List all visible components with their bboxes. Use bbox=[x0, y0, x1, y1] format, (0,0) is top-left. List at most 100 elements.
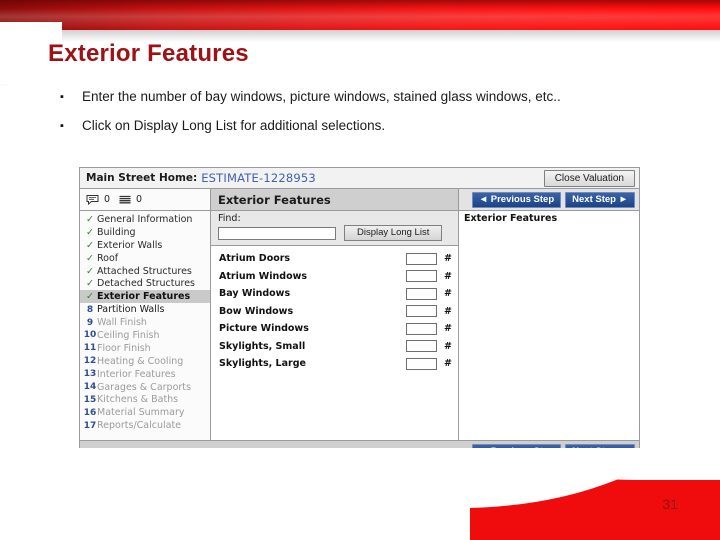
check-icon: ✓ bbox=[86, 252, 94, 264]
sidebar-item-floor-finish[interactable]: 11 Floor Finish bbox=[80, 342, 210, 355]
quantity-input-bow-windows[interactable] bbox=[406, 305, 437, 318]
field-unit: # bbox=[444, 253, 452, 265]
sidebar-item-kitchens-baths[interactable]: 15 Kitchens & Baths bbox=[80, 393, 210, 406]
sidebar-item-label: Heating & Cooling bbox=[97, 355, 184, 367]
list-item: ▪ Click on Display Long List for additio… bbox=[60, 117, 680, 135]
step-number: 12 bbox=[83, 356, 97, 367]
quantity-input-picture-windows[interactable] bbox=[406, 322, 437, 335]
check-icon: ✓ bbox=[86, 226, 94, 238]
sidebar-item-label: Reports/Calculate bbox=[97, 420, 182, 432]
display-long-list-button[interactable]: Display Long List bbox=[344, 225, 443, 241]
bullet-text: Click on Display Long List for additiona… bbox=[82, 118, 386, 133]
field-unit: # bbox=[444, 323, 452, 335]
sidebar-item-wall-finish[interactable]: 9 Wall Finish bbox=[80, 316, 210, 329]
sidebar-item-label: Detached Structures bbox=[97, 278, 195, 290]
sidebar-item-label: Roof bbox=[97, 252, 119, 264]
field-label: Atrium Windows bbox=[219, 270, 308, 282]
step-nav-top: ◄ Previous Step Next Step ► bbox=[459, 189, 639, 210]
step-number: 14 bbox=[83, 382, 97, 393]
check-icon: ✓ bbox=[86, 265, 94, 277]
sidebar-item-attached-structures[interactable]: ✓ Attached Structures bbox=[80, 265, 210, 278]
check-icon: ✓ bbox=[86, 278, 94, 290]
quantity-input-atrium-doors[interactable] bbox=[406, 252, 437, 265]
sidebar-item-label: Ceiling Finish bbox=[97, 329, 160, 341]
sidebar-item-detached-structures[interactable]: ✓ Detached Structures bbox=[80, 277, 210, 290]
sidebar-item-label: Material Summary bbox=[97, 407, 185, 419]
previous-step-button-top[interactable]: ◄ Previous Step bbox=[471, 191, 562, 208]
sidebar-item-label: Exterior Features bbox=[97, 291, 191, 303]
next-step-button-top[interactable]: Next Step ► bbox=[565, 191, 635, 208]
sidebar-item-ceiling-finish[interactable]: 10 Ceiling Finish bbox=[80, 329, 210, 342]
sidebar-item-label: Garages & Carports bbox=[97, 381, 191, 393]
sidebar-item-label: Floor Finish bbox=[97, 342, 151, 354]
find-bar: Find: Display Long List bbox=[211, 211, 458, 246]
table-row: Skylights, Small # bbox=[211, 338, 458, 356]
sidebar-item-label: Attached Structures bbox=[97, 265, 192, 277]
field-label: Atrium Doors bbox=[219, 253, 291, 265]
field-unit: # bbox=[444, 270, 452, 282]
field-unit: # bbox=[444, 288, 452, 300]
estimate-id: ESTIMATE-1228953 bbox=[201, 171, 316, 185]
step-number: 8 bbox=[86, 304, 94, 315]
bullet-marker-icon: ▪ bbox=[60, 120, 64, 132]
quantity-input-skylights-large[interactable] bbox=[406, 357, 437, 370]
page-number: 31 bbox=[662, 496, 678, 512]
search-input[interactable] bbox=[218, 226, 336, 240]
sidebar-item-building[interactable]: ✓ Building bbox=[80, 226, 210, 239]
selection-pane-title: Exterior Features bbox=[464, 213, 558, 224]
sidebar-item-roof[interactable]: ✓ Roof bbox=[80, 252, 210, 265]
sidebar-item-label: Wall Finish bbox=[97, 317, 147, 329]
check-icon: ✓ bbox=[86, 291, 94, 303]
quantity-input-atrium-windows[interactable] bbox=[406, 270, 437, 283]
step-number: 16 bbox=[83, 407, 97, 418]
check-icon: ✓ bbox=[86, 239, 94, 251]
table-row: Bow Windows # bbox=[211, 303, 458, 321]
feature-fields: Atrium Doors # Atrium Windows # Bay Wind… bbox=[211, 246, 458, 373]
app-toolbar-row: 0 0 Exterior Features ◄ Previous Step Ne… bbox=[80, 189, 639, 211]
page-title: Exterior Features bbox=[48, 40, 249, 67]
table-row: Atrium Windows # bbox=[211, 268, 458, 286]
sidebar-item-general-information[interactable]: ✓ General Information bbox=[80, 213, 210, 226]
sidebar-item-garages-carports[interactable]: 14 Garages & Carports bbox=[80, 381, 210, 394]
slide: Exterior Features ▪ Enter the number of … bbox=[0, 0, 720, 540]
sidebar-item-partition-walls[interactable]: 8 Partition Walls bbox=[80, 303, 210, 316]
step-number: 9 bbox=[86, 317, 94, 328]
sidebar-item-interior-features[interactable]: 13 Interior Features bbox=[80, 368, 210, 381]
table-row: Picture Windows # bbox=[211, 320, 458, 338]
quantity-input-bay-windows[interactable] bbox=[406, 287, 437, 300]
comment-count: 0 bbox=[104, 194, 111, 205]
bullet-list: ▪ Enter the number of bay windows, pictu… bbox=[60, 88, 680, 146]
field-label: Skylights, Large bbox=[219, 358, 306, 370]
sidebar-item-label: Exterior Walls bbox=[97, 239, 163, 251]
property-label: Main Street Home: bbox=[86, 172, 198, 184]
quantity-input-skylights-small[interactable] bbox=[406, 340, 437, 353]
sidebar-item-reports-calculate[interactable]: 17 Reports/Calculate bbox=[80, 419, 210, 432]
check-icon: ✓ bbox=[86, 213, 94, 225]
table-row: Skylights, Large # bbox=[211, 355, 458, 373]
notes-icon[interactable] bbox=[119, 195, 131, 205]
sidebar-item-label: Kitchens & Baths bbox=[97, 394, 179, 406]
bullet-marker-icon: ▪ bbox=[60, 91, 64, 103]
sidebar-item-material-summary[interactable]: 16 Material Summary bbox=[80, 406, 210, 419]
step-number: 11 bbox=[83, 343, 97, 354]
bottom-red-shape bbox=[0, 448, 720, 540]
step-number: 17 bbox=[83, 420, 97, 431]
sidebar-item-heating-cooling[interactable]: 12 Heating & Cooling bbox=[80, 355, 210, 368]
top-red-band bbox=[0, 0, 720, 30]
form-pane: Find: Display Long List Atrium Doors # A… bbox=[211, 211, 459, 440]
field-label: Bow Windows bbox=[219, 305, 294, 317]
step-number: 10 bbox=[83, 330, 97, 341]
sidebar-item-exterior-walls[interactable]: ✓ Exterior Walls bbox=[80, 239, 210, 252]
comment-icon[interactable] bbox=[86, 194, 99, 205]
step-number: 13 bbox=[83, 369, 97, 380]
field-label: Bay Windows bbox=[219, 288, 291, 300]
sidebar-item-exterior-features[interactable]: ✓ Exterior Features bbox=[80, 290, 210, 304]
steps-sidebar: ✓ General Information ✓ Building ✓ Exterior… bbox=[80, 211, 211, 440]
counters-cell: 0 0 bbox=[80, 189, 211, 210]
field-unit: # bbox=[444, 340, 452, 352]
find-label: Find: bbox=[218, 213, 241, 224]
close-valuation-button[interactable]: Close Valuation bbox=[543, 169, 635, 187]
sidebar-item-label: Building bbox=[97, 226, 136, 238]
table-row: Bay Windows # bbox=[211, 285, 458, 303]
sidebar-item-label: General Information bbox=[97, 213, 193, 225]
